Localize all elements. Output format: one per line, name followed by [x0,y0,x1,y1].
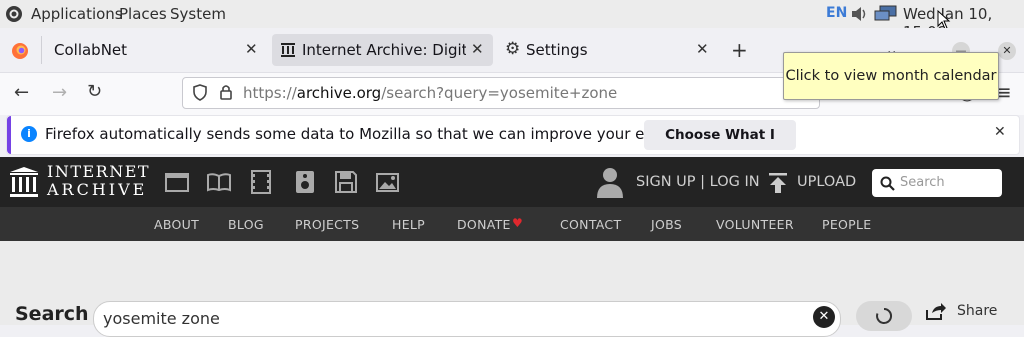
url-bar[interactable]: https://archive.org/search?query=yosemit… [182,77,820,109]
nav-projects[interactable]: PROJECTS [295,217,359,232]
ia-logo-icon[interactable] [9,166,39,198]
reload-icon[interactable]: ↻ [87,81,102,102]
calendar-tooltip: Click to view month calendar [783,52,999,100]
url-text[interactable]: https://archive.org/search?query=yosemit… [243,84,617,102]
top-panel: Applications Places System EN Wed Jan 10… [0,0,1024,41]
nav-volunteer[interactable]: VOLUNTEER [716,217,794,232]
firefox-icon [12,43,28,59]
gnome-foot-icon[interactable] [5,5,23,23]
nav-people[interactable]: PEOPLE [822,217,871,232]
applications-menu[interactable]: Applications [31,5,123,23]
system-menu[interactable]: System [170,5,226,23]
images-photo-icon[interactable] [376,170,400,194]
archive-favicon-icon [281,43,295,57]
info-icon: i [21,126,37,142]
gear-icon: ⚙ [505,39,521,59]
share-label: Share [957,303,998,319]
notification-accent [7,116,11,154]
ia-top-nav: INTERNET ARCHIVE SIGN UP | LOG IN UPLOAD… [0,157,1024,207]
share-arrow-icon [926,303,946,320]
video-film-icon[interactable] [249,170,273,194]
tab-close-icon[interactable]: ✕ [245,40,258,58]
tracking-protection-shield-icon[interactable] [192,84,208,101]
loading-spinner-icon [876,307,893,324]
tab-close-icon[interactable]: ✕ [471,40,484,58]
upload-link[interactable]: UPLOAD [797,174,856,190]
upload-arrow-icon[interactable] [768,172,788,194]
search-placeholder: Search [900,175,945,190]
search-go-button[interactable] [856,301,912,331]
telemetry-notification-bar: i Firefox automatically sends some data … [6,115,1020,173]
volume-icon[interactable] [850,6,868,22]
close-window-icon[interactable]: ✕ [998,42,1016,60]
places-menu[interactable]: Places [119,5,167,23]
tab-collabnet[interactable]: CollabNet ✕ [44,34,268,66]
sign-up-log-in-link[interactable]: SIGN UP | LOG IN [636,174,760,190]
ia-secondary-nav: ABOUT BLOG PROJECTS HELP DONATE ♥ CONTAC… [0,207,1024,241]
nav-blog[interactable]: BLOG [228,217,264,232]
nav-about[interactable]: ABOUT [154,217,199,232]
tab-label: Settings [526,41,588,59]
tab-settings[interactable]: ⚙ Settings ✕ [497,34,721,66]
mouse-cursor-icon [937,10,951,30]
back-arrow-icon[interactable]: ← [14,82,29,103]
network-icon[interactable] [874,5,898,23]
nav-help[interactable]: HELP [392,217,425,232]
search-heading: Search [15,303,89,325]
keyboard-layout-indicator[interactable]: EN [826,5,847,21]
web-archive-icon[interactable] [165,170,189,194]
padlock-icon[interactable] [219,84,233,101]
forward-arrow-icon[interactable]: → [52,82,67,103]
software-floppy-icon[interactable] [334,170,358,194]
texts-book-icon[interactable] [207,170,231,194]
ia-logo-text[interactable]: INTERNET ARCHIVE [47,163,150,199]
search-icon [880,176,895,191]
user-avatar-icon[interactable] [596,166,624,198]
notification-close-icon[interactable]: ✕ [994,124,1006,140]
audio-speaker-icon[interactable] [293,170,317,194]
tab-separator [41,36,42,64]
new-tab-plus-icon[interactable]: + [731,38,748,62]
nav-donate[interactable]: DONATE [457,217,511,232]
ia-search-input[interactable]: Search [872,169,1002,197]
main-search-input[interactable]: yosemite zone [93,301,841,337]
nav-jobs[interactable]: JOBS [651,217,682,232]
tab-label: Internet Archive: Digital L [302,41,466,59]
tab-close-icon[interactable]: ✕ [696,40,709,58]
choose-what-i-share-button[interactable]: Choose What I Share [644,120,796,173]
donate-heart-icon[interactable]: ♥ [512,216,523,230]
search-value: yosemite zone [103,309,220,328]
nav-contact[interactable]: CONTACT [560,217,621,232]
firefox-view-button[interactable] [0,34,42,66]
tab-internet-archive[interactable]: Internet Archive: Digital L ✕ [272,34,493,66]
notification-message: Firefox automatically sends some data to… [45,125,724,143]
tab-label: CollabNet [54,41,128,59]
